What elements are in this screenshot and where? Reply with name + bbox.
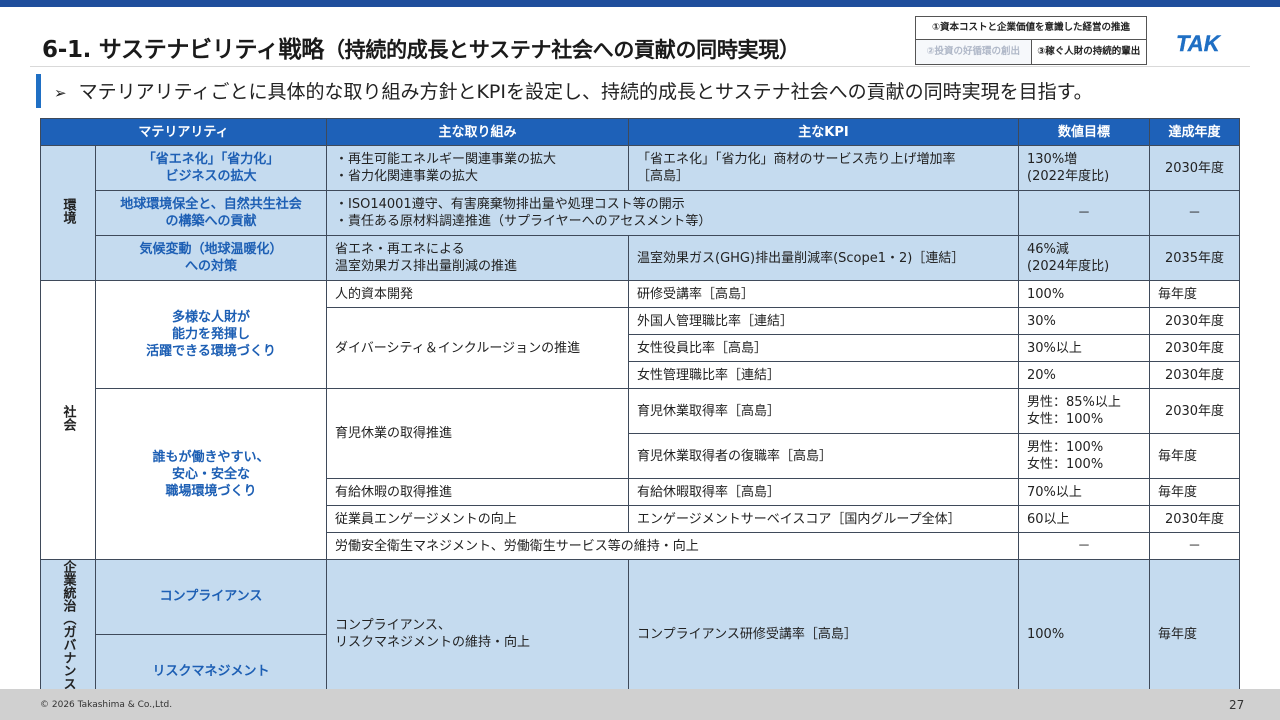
materiality-table: マテリアリティ 主な取り組み 主なKPI 数値目標 達成年度 環境 「省エネ化」… [39,118,1241,709]
year-cell: 毎年度 [1149,559,1241,709]
action-cell: 有給休暇の取得推進 [326,478,630,506]
action-cell: 従業員エンゲージメントの向上 [326,505,630,533]
target-cell: 100% [1018,559,1151,709]
year-cell: 2030年度 [1149,388,1241,434]
lead-text: マテリアリティごとに具体的な取り組み方針とKPIを設定し、持続的成長とサステナ社… [78,81,1093,103]
target-cell: 46%減 (2024年度比) [1018,235,1151,281]
year-cell: － [1149,532,1241,560]
header-kpi: 主なKPI [628,118,1020,146]
target-cell: 30%以上 [1018,334,1151,362]
target-cell: 70%以上 [1018,478,1151,506]
kpi-cell: 女性管理職比率［連結］ [628,361,1020,389]
year-cell: 2030年度 [1149,505,1241,533]
materiality-cell: 「省エネ化」「省力化」 ビジネスの拡大 [94,145,328,191]
year-cell: － [1149,190,1241,236]
action-cell: 育児休業の取得推進 [326,388,630,479]
target-cell: － [1018,532,1151,560]
action-cell: コンプライアンス、 リスクマネジメントの維持・向上 [326,559,630,709]
table-row: 誰もが働きやすい、 安心・安全な 職場環境づくり 育児休業の取得推進 育児休業取… [41,388,1241,560]
year-cell: 毎年度 [1149,478,1241,506]
target-cell: 60以上 [1018,505,1151,533]
header-year: 達成年度 [1149,118,1241,146]
lead-statement: ➢ マテリアリティごとに具体的な取り組み方針とKPIを設定し、持続的成長とサステナ… [54,77,1093,104]
year-cell: 2030年度 [1149,307,1241,335]
logo-text: TAK [1176,31,1222,56]
copyright-text: © 2026 Takashima & Co.,Ltd. [40,700,173,710]
page-title-sub: （持続的成長とサステナ社会への貢献の同時実現） [323,38,800,62]
company-logo: TAK [1176,31,1222,56]
kpi-cell: 育児休業取得率［高島］ [628,388,1020,434]
header-target: 数値目標 [1018,118,1151,146]
table-row: 地球環境保全と、自然共生社会 の構築への貢献 ・ISO14001遵守、有害廃棄物… [41,190,1241,236]
table-row: 企業統治（ガバナンス） コンプライアンス コンプライアンス、 リスクマネジメント… [40,559,1241,709]
year-cell: 毎年度 [1149,433,1241,479]
year-cell: 2030年度 [1149,334,1241,362]
kpi-cell: コンプライアンス研修受講率［高島］ [628,559,1020,709]
category-governance: 企業統治（ガバナンス） [40,559,96,709]
page-number: 27 [1229,698,1245,712]
target-cell: 100% [1018,280,1151,308]
year-cell: 2030年度 [1149,361,1241,389]
year-cell: 毎年度 [1149,280,1241,308]
year-cell: 2035年度 [1149,235,1241,281]
category-society: 社会 [40,280,96,560]
kpi-cell: 外国人管理職比率［連結］ [628,307,1020,335]
target-cell: 130%増 (2022年度比) [1018,145,1151,191]
target-cell: 30% [1018,307,1151,335]
header-materiality: マテリアリティ [39,118,328,146]
materiality-cell: 気候変動（地球温暖化） への対策 [94,235,328,281]
policy-3: ③稼ぐ人財の持続的輩出 [1037,46,1141,57]
action-cell: ・再生可能エネルギー関連事業の拡大 ・省力化関連事業の拡大 [326,145,630,191]
materiality-cell: コンプライアンス [94,559,328,635]
kpi-cell: エンゲージメントサーベイスコア［国内グループ全体］ [628,505,1020,533]
target-cell: － [1018,190,1151,236]
action-cell: ダイバーシティ＆インクルージョンの推進 [326,307,630,389]
policy-1: ①資本コストと企業価値を意識した経営の推進 [916,17,1146,40]
target-cell: 男性：100% 女性：100% [1018,433,1151,479]
page-title-main: 6-1. サステナビリティ戦略 [42,37,324,63]
table-row: 気候変動（地球温暖化） への対策 省エネ・再エネによる 温室効果ガス排出量削減の… [41,235,1241,281]
kpi-cell: 育児休業取得者の復職率［高島］ [628,433,1020,479]
page-title: 6-1. サステナビリティ戦略（持続的成長とサステナ社会への貢献の同時実現） [42,30,800,64]
target-cell: 男性：85%以上 女性：100% [1018,388,1151,434]
action-cell: 省エネ・再エネによる 温室効果ガス排出量削減の推進 [326,235,630,281]
kpi-cell: 温室効果ガス(GHG)排出量削減率(Scope1・2)［連結］ [628,235,1020,281]
target-cell: 20% [1018,361,1151,389]
title-divider [30,66,1250,67]
policy-box: ①資本コストと企業価値を意識した経営の推進 ②投資の好循環の創出 ③稼ぐ人財の持… [915,16,1147,65]
header-actions: 主な取り組み [326,118,630,146]
year-cell: 2030年度 [1149,145,1241,191]
action-cell: ・ISO14001遵守、有害廃棄物排出量や処理コスト等の開示 ・責任ある原材料調… [326,190,1020,236]
table-header-row: マテリアリティ 主な取り組み 主なKPI 数値目標 達成年度 [39,118,1241,146]
footer-band [0,689,1280,720]
kpi-cell: 研修受講率［高島］ [628,280,1020,308]
action-cell: 人的資本開発 [326,280,630,308]
kpi-cell: 女性役員比率［高島］ [628,334,1020,362]
lead-accent-bar [36,74,41,108]
materiality-cell: 誰もが働きやすい、 安心・安全な 職場環境づくり [94,388,328,560]
kpi-cell: 有給休暇取得率［高島］ [628,478,1020,506]
materiality-cell: 地球環境保全と、自然共生社会 の構築への貢献 [94,190,328,236]
top-accent-bar [0,0,1280,7]
table-row: 環境 「省エネ化」「省力化」 ビジネスの拡大 ・再生可能エネルギー関連事業の拡大… [40,145,1241,281]
table-row: 社会 多様な人財が 能力を発揮し 活躍できる環境づくり 人的資本開発 研修受講率… [40,280,1241,560]
arrow-bullet-icon: ➢ [54,84,67,102]
materiality-cell: 多様な人財が 能力を発揮し 活躍できる環境づくり [94,280,328,389]
category-environment: 環境 [40,145,96,281]
action-cell: 労働安全衛生マネジメント、労働衛生サービス等の維持・向上 [326,532,1020,560]
kpi-cell: 「省エネ化」「省力化」商材のサービス売り上げ増加率 ［高島］ [628,145,1020,191]
policy-2: ②投資の好循環の創出 [916,40,1032,64]
